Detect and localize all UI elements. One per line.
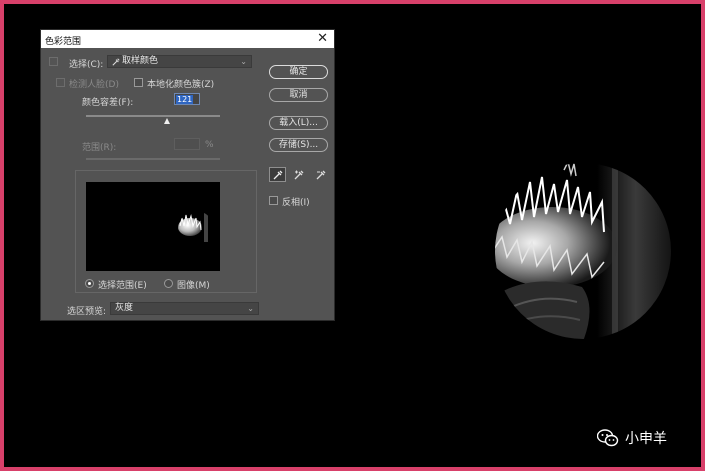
cancel-button[interactable]: 取消 — [269, 88, 328, 102]
eyedropper-icon — [273, 170, 283, 180]
save-button[interactable]: 存储(S)... — [269, 138, 328, 152]
fuzziness-input[interactable]: 121 — [174, 93, 200, 105]
selection-view-radio[interactable] — [85, 279, 94, 288]
ok-button[interactable]: 确定 — [269, 65, 328, 79]
range-label: 范围(R): — [82, 143, 117, 153]
range-input — [174, 138, 200, 150]
dialog-titlebar[interactable]: 色彩范围 ✕ — [41, 30, 334, 48]
canvas-mask-image — [492, 162, 674, 347]
fuzziness-slider-thumb[interactable] — [164, 118, 170, 124]
localized-clusters-checkbox[interactable] — [134, 78, 143, 87]
eyedropper-subtract-button[interactable] — [312, 167, 329, 182]
invert-checkbox[interactable] — [269, 196, 278, 205]
eyedropper-add-icon — [294, 170, 304, 180]
selection-view-label: 选择范围(E) — [98, 281, 147, 291]
selection-preview — [86, 182, 220, 271]
select-label: 选择(C): — [69, 60, 104, 70]
preview-mode-label: 选区预览: — [67, 307, 107, 317]
chevron-down-icon: ⌄ — [247, 304, 254, 313]
eyedropper-subtract-icon — [316, 170, 326, 180]
dialog-title: 色彩范围 — [45, 37, 82, 47]
detect-faces-checkbox — [56, 78, 65, 87]
watermark: 小申羊 — [597, 428, 667, 448]
preview-mode-dropdown[interactable]: 灰度 ⌄ — [110, 302, 259, 315]
fuzziness-slider-track[interactable] — [86, 115, 220, 117]
image-view-radio[interactable] — [164, 279, 173, 288]
localized-clusters-label: 本地化颜色簇(Z) — [147, 80, 215, 90]
eyedropper-add-button[interactable] — [290, 167, 307, 182]
fuzziness-value: 121 — [176, 95, 194, 104]
close-icon[interactable]: ✕ — [317, 31, 328, 46]
watermark-text: 小申羊 — [625, 431, 667, 447]
detect-faces-label: 检测人脸(D) — [69, 80, 119, 90]
range-unit: % — [205, 140, 214, 150]
select-value: 取样颜色 — [122, 56, 159, 66]
invert-label: 反相(I) — [282, 198, 310, 208]
range-slider-track — [86, 158, 220, 160]
select-enable-checkbox — [49, 57, 58, 66]
color-range-dialog: 色彩范围 ✕ 选择(C): 取样颜色 ⌄ 检测人脸(D) 本地化颜色簇(Z) 颜… — [40, 29, 335, 321]
fuzziness-label: 颜色容差(F): — [82, 98, 134, 108]
chevron-down-icon: ⌄ — [240, 57, 247, 66]
preview-thumbnail — [178, 211, 214, 247]
eyedropper-icon — [112, 58, 120, 66]
load-button[interactable]: 载入(L)... — [269, 116, 328, 130]
eyedropper-button[interactable] — [269, 167, 286, 182]
image-view-label: 图像(M) — [177, 281, 210, 291]
wechat-icon — [597, 429, 619, 447]
select-dropdown[interactable]: 取样颜色 ⌄ — [107, 55, 252, 68]
preview-mode-value: 灰度 — [115, 303, 134, 313]
